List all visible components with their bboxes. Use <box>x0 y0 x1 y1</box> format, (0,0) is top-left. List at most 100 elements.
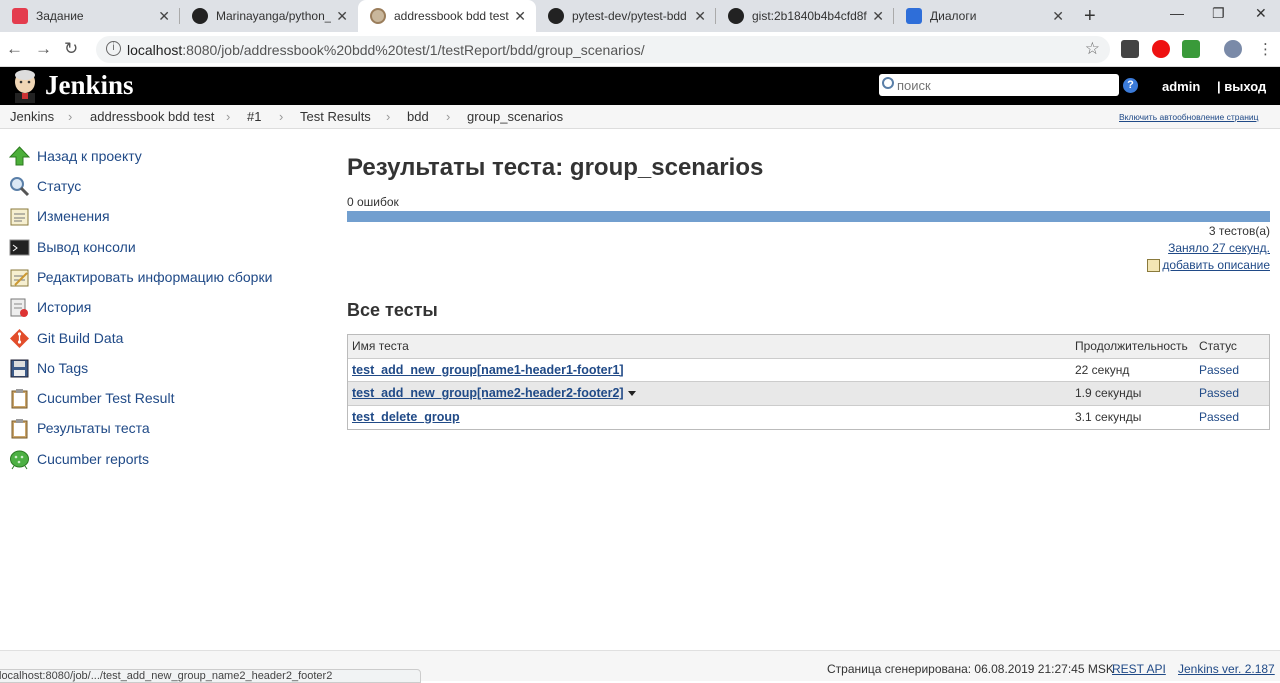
breadcrumb-item[interactable]: addressbook bdd test <box>90 109 214 124</box>
browser-tab[interactable]: gist:2b1840b4b4cfd8f2 ✕ <box>716 0 894 32</box>
browser-tab[interactable]: Диалоги ✕ <box>894 0 1074 32</box>
sidebar-item-label: No Tags <box>37 360 89 376</box>
breadcrumb-item[interactable]: #1 <box>247 109 261 124</box>
github-icon <box>192 8 208 24</box>
katalon-extension-icon[interactable] <box>1182 40 1200 58</box>
github-icon <box>548 8 564 24</box>
browser-tab[interactable]: Задание ✕ <box>0 0 180 32</box>
sidebar-item-cucumber-test-result[interactable]: Cucumber Test Result <box>9 387 174 409</box>
test-status: Passed <box>1199 386 1240 400</box>
help-icon[interactable]: ? <box>1123 78 1138 93</box>
minimize-icon[interactable]: — <box>1170 5 1184 21</box>
test-count: 3 тестов(а) <box>1208 224 1270 238</box>
sidebar-item-label: Вывод консоли <box>37 239 136 255</box>
browser-tab[interactable]: Marinayanga/python_s ✕ <box>180 0 358 32</box>
close-icon[interactable]: ✕ <box>336 8 348 25</box>
close-window-icon[interactable]: ✕ <box>1255 5 1267 22</box>
column-header-duration[interactable]: Продолжительность <box>1075 339 1188 353</box>
sidebar-item-no-tags[interactable]: No Tags <box>9 357 88 379</box>
test-status: Passed <box>1199 362 1240 377</box>
profile-avatar[interactable] <box>1224 40 1242 58</box>
search-box[interactable] <box>879 74 1119 96</box>
test-name-link[interactable]: test_add_new_group[name1-header1-footer1… <box>352 363 624 377</box>
clipboard-icon <box>11 418 28 438</box>
failure-count: 0 ошибок <box>347 195 399 209</box>
sidebar-item-label: Cucumber reports <box>37 451 150 467</box>
jenkins-version-link[interactable]: Jenkins ver. 2.187 <box>1178 662 1275 676</box>
search-input[interactable] <box>897 76 1112 94</box>
search-icon <box>882 77 894 89</box>
tab-label: gist:2b1840b4b4cfd8f2 <box>752 9 867 23</box>
browser-tab-strip: Задание ✕ Marinayanga/python_s ✕ address… <box>0 0 1280 32</box>
tab-label: pytest-dev/pytest-bdd <box>572 9 687 23</box>
git-icon <box>10 328 29 348</box>
jenkins-logo-icon[interactable] <box>10 70 40 103</box>
breadcrumb-item-current[interactable]: group_scenarios <box>467 109 563 124</box>
add-description-link[interactable]: добавить описание <box>1147 258 1270 272</box>
selenium-extension-icon[interactable] <box>1121 40 1139 58</box>
sidebar-item-label: Статус <box>37 178 82 194</box>
restore-icon[interactable]: ❐ <box>1212 5 1225 22</box>
duration-link[interactable]: Заняло 27 секунд. <box>1168 241 1270 255</box>
all-tests-heading: Все тесты <box>347 300 438 320</box>
menu-icon[interactable]: ⋮ <box>1258 40 1273 58</box>
address-bar[interactable]: i localhost:8080/job/addressbook%20bdd%2… <box>96 36 1110 63</box>
sidebar-item-changes[interactable]: Изменения <box>9 205 110 227</box>
chevron-down-icon[interactable] <box>627 391 636 397</box>
sidebar-item-test-results[interactable]: Результаты теста <box>9 417 150 439</box>
sidebar-item-git-build-data[interactable]: Git Build Data <box>9 327 123 349</box>
new-tab-button[interactable]: + <box>1084 5 1096 28</box>
tests-table: Имя теста Продолжительность Статус test_… <box>347 334 1270 430</box>
info-icon[interactable]: i <box>106 41 121 56</box>
sidebar-item-console[interactable]: Вывод консоли <box>9 236 136 258</box>
terminal-icon <box>9 239 30 255</box>
test-name-link[interactable]: test_delete_group <box>352 410 460 424</box>
close-icon[interactable]: ✕ <box>694 8 706 25</box>
generated-timestamp: Страница сгенерирована: 06.08.2019 21:27… <box>827 662 1114 676</box>
column-header-name[interactable]: Имя теста <box>352 339 409 353</box>
breadcrumb-item[interactable]: Test Results <box>300 109 371 124</box>
close-icon[interactable]: ✕ <box>514 8 526 25</box>
sidebar-item-label: Изменения <box>37 208 110 224</box>
breadcrumb-item[interactable]: Jenkins <box>10 109 54 124</box>
sidebar-item-status[interactable]: Статус <box>9 175 81 197</box>
sidebar-item-back-to-project[interactable]: Назад к проекту <box>9 145 142 167</box>
test-name-link[interactable]: test_add_new_group[name2-header2-footer2… <box>352 386 624 400</box>
close-icon[interactable]: ✕ <box>1052 8 1064 25</box>
logout-link[interactable]: | выход <box>1217 79 1266 94</box>
table-row: test_delete_group 3.1 секунды Passed <box>348 406 1269 430</box>
back-icon[interactable]: ← <box>6 39 23 59</box>
breadcrumb-separator: › <box>446 109 451 124</box>
sidebar-item-edit-build-info[interactable]: Редактировать информацию сборки <box>9 266 272 288</box>
jenkins-title[interactable]: Jenkins <box>45 70 134 101</box>
table-row: test_add_new_group[name1-header1-footer1… <box>348 359 1269 382</box>
user-link[interactable]: admin <box>1162 79 1200 94</box>
test-status: Passed <box>1199 409 1240 424</box>
close-icon[interactable]: ✕ <box>872 8 884 25</box>
breadcrumb-separator: › <box>68 109 73 124</box>
pass-fill <box>347 211 1270 222</box>
bookmark-star-icon[interactable]: ☆ <box>1085 39 1100 59</box>
breadcrumb-item[interactable]: bdd <box>407 109 429 124</box>
moodle-icon <box>12 8 28 24</box>
test-name-cell: test_add_new_group[name2-header2-footer2… <box>352 386 636 400</box>
url-text[interactable]: localhost:8080/job/addressbook%20bdd%20t… <box>127 42 645 58</box>
sidebar-item-label: Git Build Data <box>37 330 124 346</box>
rest-api-link[interactable]: REST API <box>1112 662 1166 676</box>
sidebar-item-history[interactable]: История <box>9 296 91 318</box>
clipboard-icon <box>11 388 28 408</box>
column-header-status[interactable]: Статус <box>1199 339 1237 353</box>
forward-icon[interactable]: → <box>35 39 52 59</box>
search-icon <box>10 176 30 196</box>
close-icon[interactable]: ✕ <box>158 8 170 25</box>
breadcrumb-separator: › <box>279 109 284 124</box>
up-arrow-icon <box>9 145 30 165</box>
auto-refresh-link[interactable]: Включить автообновление страниц <box>1119 112 1259 122</box>
sidebar-item-cucumber-reports[interactable]: Cucumber reports <box>9 448 149 470</box>
opera-extension-icon[interactable] <box>1152 40 1170 58</box>
url-path: :8080/job/addressbook%20bdd%20test/1/tes… <box>182 42 645 58</box>
browser-tab-active[interactable]: addressbook bdd test # ✕ <box>358 0 536 32</box>
reload-icon[interactable]: ↻ <box>64 39 78 59</box>
jenkins-icon <box>370 8 386 24</box>
browser-tab[interactable]: pytest-dev/pytest-bdd ✕ <box>536 0 716 32</box>
